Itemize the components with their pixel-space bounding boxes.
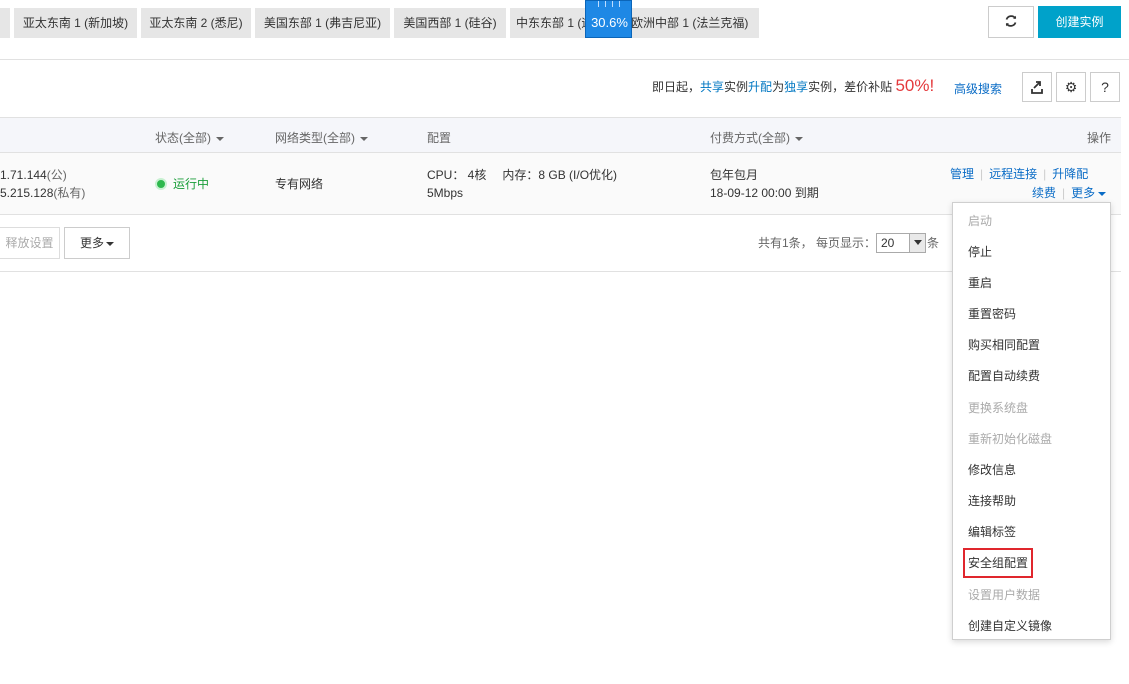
remote-connect-link[interactable]: 远程连接 bbox=[989, 167, 1037, 181]
promo-percent: 50%! bbox=[895, 76, 935, 95]
menu-item-security-group[interactable]: 安全组配置 bbox=[962, 548, 1034, 578]
menu-item-replace-system-disk[interactable]: 更换系统盘 bbox=[968, 398, 1028, 418]
usage-percent: 30.6% bbox=[591, 15, 628, 30]
header-billing-label: 付费方式(全部) bbox=[710, 131, 790, 145]
menu-item-create-image[interactable]: 创建自定义镜像 bbox=[968, 616, 1052, 636]
chevron-down-icon bbox=[909, 234, 925, 252]
batch-more-label: 更多 bbox=[79, 236, 104, 250]
renew-link[interactable]: 续费 bbox=[1032, 186, 1056, 200]
header-actions: 操作 bbox=[1087, 131, 1112, 145]
chevron-down-icon bbox=[216, 136, 224, 141]
menu-item-stop[interactable]: 停止 bbox=[968, 242, 992, 262]
floating-usage-widget[interactable]: 30.6% bbox=[585, 0, 632, 38]
export-icon bbox=[1031, 81, 1043, 94]
menu-item-connect-help[interactable]: 连接帮助 bbox=[968, 491, 1016, 511]
region-tab-frankfurt[interactable]: 欧洲中部 1 (法兰克福) bbox=[615, 8, 759, 38]
header-network-label: 网络类型(全部) bbox=[275, 131, 355, 145]
menu-item-start[interactable]: 启动 bbox=[968, 211, 992, 231]
menu-item-buy-same-config[interactable]: 购买相同配置 bbox=[968, 335, 1040, 355]
region-tab-partial[interactable] bbox=[0, 8, 10, 38]
menu-item-reinit-disk[interactable]: 重新初始化磁盘 bbox=[968, 429, 1052, 449]
manage-link[interactable]: 管理 bbox=[950, 167, 974, 181]
region-tab-virginia[interactable]: 美国东部 1 (弗吉尼亚) bbox=[255, 8, 390, 38]
refresh-icon bbox=[1005, 15, 1017, 27]
region-tab-silicon-valley[interactable]: 美国西部 1 (硅谷) bbox=[394, 8, 506, 38]
promo-exclusive: 独享 bbox=[784, 80, 809, 94]
chevron-down-icon bbox=[106, 241, 114, 246]
memory-value: 内存：8 GB (I/O优化) bbox=[502, 168, 618, 182]
create-instance-button[interactable]: 创建实例 bbox=[1038, 6, 1121, 38]
running-status-icon bbox=[155, 178, 167, 190]
ip-public-tag: (公) bbox=[46, 168, 67, 182]
expiry-date: 18-09-12 00:00 到期 bbox=[710, 186, 819, 200]
bandwidth-value: 5Mbps bbox=[427, 186, 464, 200]
refresh-button[interactable] bbox=[988, 6, 1034, 38]
ip-public: 1.71.144 bbox=[0, 168, 47, 182]
region-tab-singapore[interactable]: 亚太东南 1 (新加坡) bbox=[14, 8, 137, 38]
menu-item-auto-renew[interactable]: 配置自动续费 bbox=[968, 366, 1040, 386]
promo-text: 实例，差价补贴 bbox=[808, 80, 896, 94]
page-size-value: 20 bbox=[881, 236, 895, 250]
promo-text: 实例 bbox=[724, 80, 749, 94]
release-settings-button[interactable]: 释放设置 bbox=[0, 227, 60, 259]
region-tab-sydney[interactable]: 亚太东南 2 (悉尼) bbox=[141, 8, 251, 38]
network-cell: 专有网络 bbox=[275, 177, 324, 191]
ip-private-tag: (私有) bbox=[53, 186, 86, 200]
promo-shared: 共享 bbox=[700, 80, 725, 94]
menu-item-restart[interactable]: 重启 bbox=[968, 273, 992, 293]
divider: | bbox=[1062, 186, 1066, 200]
gear-icon: ⚙ bbox=[1064, 79, 1078, 95]
chevron-down-icon bbox=[795, 136, 803, 141]
promo-banner: 即日起，共享实例升配为独享实例，差价补贴 50%! bbox=[652, 76, 934, 96]
action-links-row1: 管理 | 远程连接 | 升降配 bbox=[950, 165, 1088, 183]
menu-item-edit-info[interactable]: 修改信息 bbox=[968, 460, 1016, 480]
promo-text: 为 bbox=[772, 80, 785, 94]
upgrade-link[interactable]: 升降配 bbox=[1052, 167, 1088, 181]
help-button[interactable]: ? bbox=[1090, 72, 1120, 102]
billing-type: 包年包月 bbox=[710, 168, 759, 182]
menu-item-user-data[interactable]: 设置用户数据 bbox=[968, 585, 1040, 605]
promo-upgrade: 升配 bbox=[748, 80, 773, 94]
settings-button[interactable]: ⚙ bbox=[1056, 72, 1086, 102]
pagination-summary: 共有1条， 每页显示： bbox=[758, 236, 877, 250]
ip-private: 5.215.128 bbox=[0, 186, 54, 200]
menu-item-edit-tags[interactable]: 编辑标签 bbox=[968, 522, 1016, 542]
header-status[interactable]: 状态(全部) bbox=[155, 129, 224, 146]
cpu-value: CPU： 4核 bbox=[427, 168, 487, 182]
header-config: 配置 bbox=[427, 131, 452, 145]
billing-cell: 包年包月 18-09-12 00:00 到期 bbox=[710, 166, 819, 202]
divider: | bbox=[980, 167, 984, 181]
batch-more-button[interactable]: 更多 bbox=[64, 227, 130, 259]
action-links-row2: 续费 | 更多 bbox=[1032, 184, 1107, 202]
page-size-suffix: 条 bbox=[927, 236, 940, 250]
region-tab-bar: 亚太东南 1 (新加坡) 亚太东南 2 (悉尼) 美国东部 1 (弗吉尼亚) 美… bbox=[0, 0, 1129, 60]
config-cell: CPU： 4核 内存：8 GB (I/O优化) 5Mbps bbox=[427, 166, 617, 202]
divider: | bbox=[1043, 167, 1047, 181]
export-button[interactable] bbox=[1022, 72, 1052, 102]
ip-cell: 1.71.144(公) 5.215.128(私有) bbox=[0, 166, 85, 202]
page-size-select[interactable]: 20 bbox=[876, 233, 926, 253]
advanced-search-link[interactable]: 高级搜索 bbox=[954, 80, 1002, 97]
header-network[interactable]: 网络类型(全部) bbox=[275, 129, 368, 146]
header-status-label: 状态(全部) bbox=[155, 131, 211, 145]
usage-ticks bbox=[596, 1, 622, 7]
more-actions-link[interactable]: 更多 bbox=[1071, 186, 1107, 200]
chevron-down-icon bbox=[360, 136, 368, 141]
header-billing[interactable]: 付费方式(全部) bbox=[710, 129, 803, 146]
table-header: 状态(全部) 网络类型(全部) 配置 付费方式(全部) 操作 bbox=[0, 117, 1121, 153]
menu-item-reset-password[interactable]: 重置密码 bbox=[968, 304, 1016, 324]
more-actions-menu: 启动 停止 重启 重置密码 购买相同配置 配置自动续费 更换系统盘 重新初始化磁… bbox=[952, 202, 1111, 640]
help-icon: ? bbox=[1101, 79, 1109, 95]
more-actions-label: 更多 bbox=[1071, 186, 1096, 200]
chevron-down-icon bbox=[1098, 191, 1107, 196]
promo-text: 即日起， bbox=[652, 80, 701, 94]
status-badge: 运行中 bbox=[173, 177, 210, 191]
status-cell: 运行中 bbox=[155, 175, 209, 193]
